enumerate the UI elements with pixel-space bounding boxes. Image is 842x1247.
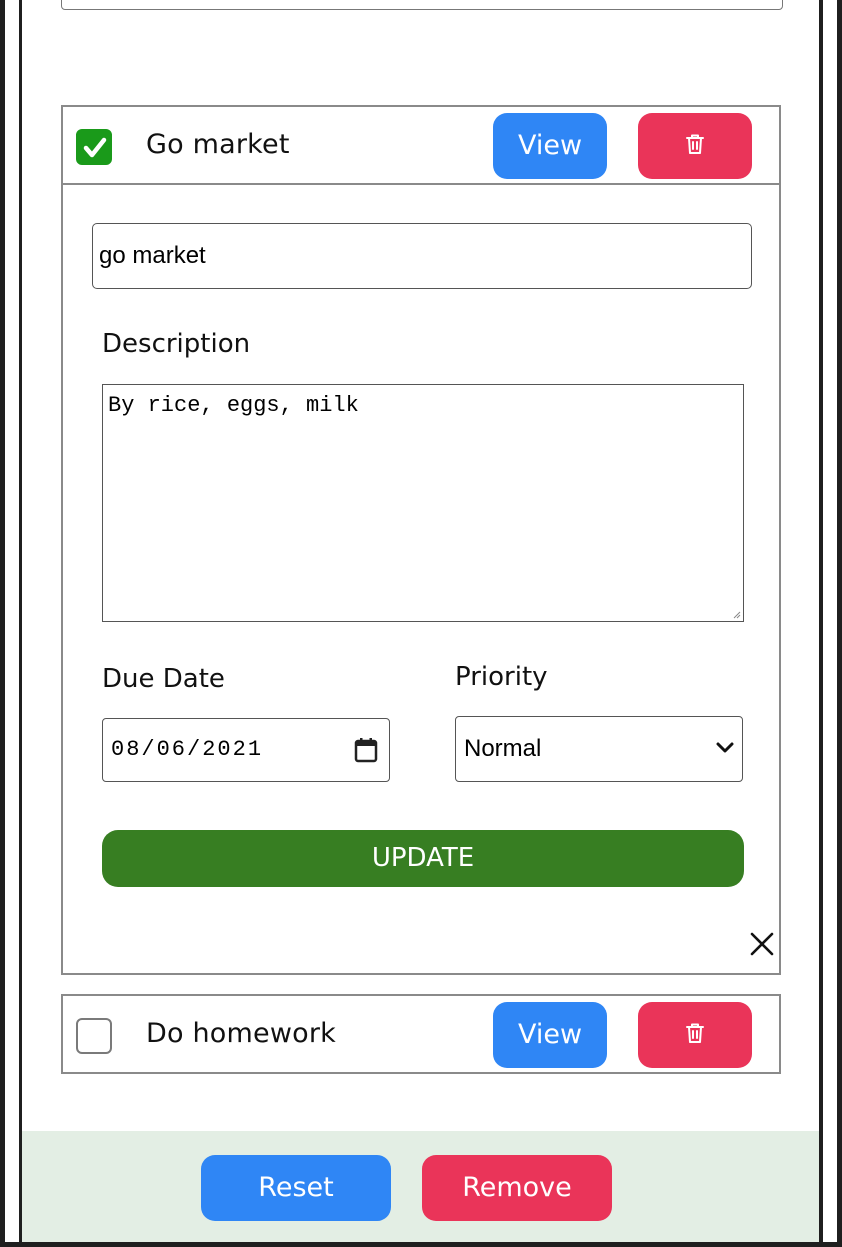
window-frame-left (0, 0, 5, 1247)
reset-button[interactable]: Reset (201, 1155, 391, 1221)
close-icon[interactable] (748, 930, 776, 958)
window-frame-inner-left (19, 0, 22, 1247)
priority-label: Priority (455, 662, 548, 692)
todo-item: Go market View go market Description By … (61, 105, 781, 975)
description-textarea[interactable]: By rice, eggs, milk (102, 384, 744, 622)
todo-checkbox[interactable] (76, 1018, 112, 1054)
previous-item-edge (61, 0, 783, 10)
todo-checkbox[interactable] (76, 129, 112, 165)
window-frame-right (837, 0, 842, 1247)
due-date-value: 08/06/2021 (111, 737, 264, 762)
window-frame-bottom (0, 1242, 842, 1247)
trash-icon (686, 1023, 704, 1043)
todo-item-header: Go market View (63, 107, 779, 183)
todo-title: Go market (146, 129, 290, 160)
todo-item-header: Do homework View (63, 996, 779, 1072)
priority-select[interactable]: Normal (455, 716, 743, 782)
todo-detail-panel: go market Description By rice, eggs, mil… (63, 183, 779, 973)
window-frame-inner-right (819, 0, 823, 1247)
description-label: Description (102, 329, 251, 359)
calendar-icon[interactable] (354, 737, 378, 763)
due-date-input[interactable]: 08/06/2021 (102, 718, 390, 782)
todo-title: Do homework (146, 1018, 336, 1049)
footer-bar: Reset Remove (22, 1131, 819, 1242)
due-date-label: Due Date (102, 664, 225, 694)
view-button[interactable]: View (493, 113, 607, 179)
view-button[interactable]: View (493, 1002, 607, 1068)
trash-icon (686, 134, 704, 154)
delete-button[interactable] (638, 113, 752, 179)
todo-item: Do homework View (61, 994, 781, 1074)
update-button[interactable]: UPDATE (102, 830, 744, 887)
delete-button[interactable] (638, 1002, 752, 1068)
description-text: By rice, eggs, milk (108, 393, 359, 418)
title-input[interactable]: go market (92, 223, 752, 289)
chevron-down-icon (716, 742, 734, 753)
priority-value: Normal (464, 735, 542, 762)
checkmark-icon (83, 137, 107, 158)
resize-grip-icon[interactable] (732, 610, 741, 619)
remove-button[interactable]: Remove (422, 1155, 612, 1221)
